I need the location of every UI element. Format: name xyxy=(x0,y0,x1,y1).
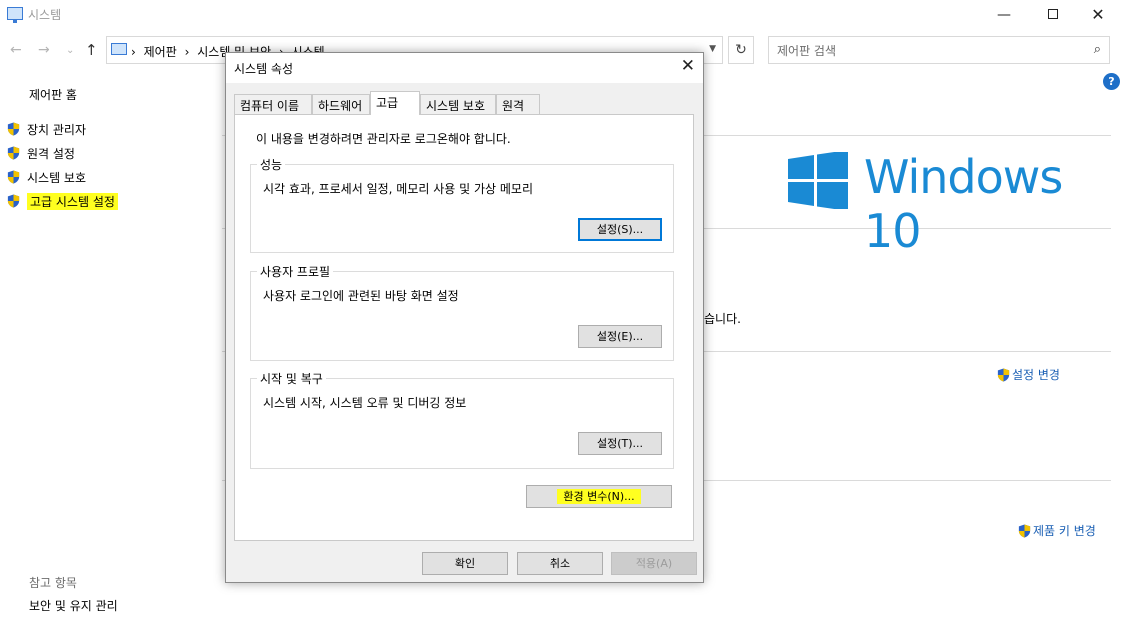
admin-note: 이 내용을 변경하려면 관리자로 로그온해야 합니다. xyxy=(256,132,511,146)
sidebar-item-label: 장치 관리자 xyxy=(27,122,87,137)
shield-icon xyxy=(7,170,20,184)
tab-remote[interactable]: 원격 xyxy=(496,94,540,114)
environment-variables-label: 환경 변수(N)... xyxy=(557,489,641,504)
sidebar-item-label: 고급 시스템 설정 xyxy=(27,192,118,210)
title-bar: 시스템 — ✕ xyxy=(0,0,1121,30)
security-maintenance-link[interactable]: 보안 및 유지 관리 xyxy=(29,597,118,614)
windows-logo-icon xyxy=(788,152,848,209)
shield-icon xyxy=(7,122,20,136)
user-profiles-settings-button[interactable]: 설정(E)... xyxy=(578,325,662,348)
startup-recovery-settings-button[interactable]: 설정(T)... xyxy=(578,432,662,455)
back-button[interactable]: ← xyxy=(10,42,22,58)
performance-group-title: 성능 xyxy=(257,156,286,173)
search-icon[interactable]: ⌕ xyxy=(1094,42,1101,57)
cancel-button[interactable]: 취소 xyxy=(517,552,603,575)
change-settings-link[interactable]: 설정 변경 xyxy=(996,366,1060,383)
close-button[interactable]: ✕ xyxy=(1075,0,1121,30)
control-panel-home-link[interactable]: 제어판 홈 xyxy=(29,86,77,103)
apply-button: 적용(A) xyxy=(611,552,697,575)
performance-description: 시각 효과, 프로세서 일정, 메모리 사용 및 가상 메모리 xyxy=(263,182,533,196)
startup-recovery-group-title: 시작 및 복구 xyxy=(257,370,326,387)
sidebar-item-remote-settings[interactable]: 원격 설정 xyxy=(6,144,75,162)
startup-recovery-description: 시스템 시작, 시스템 오류 및 디버깅 정보 xyxy=(263,396,467,410)
help-icon[interactable]: ? xyxy=(1103,73,1120,90)
search-box[interactable]: ⌕ xyxy=(768,36,1110,64)
maximize-icon xyxy=(1048,9,1058,19)
dialog-tabs: 컴퓨터 이름 하드웨어 고급 시스템 보호 원격 xyxy=(234,91,694,115)
user-profiles-description: 사용자 로그인에 관련된 바탕 화면 설정 xyxy=(263,289,459,303)
sidebar-item-device-manager[interactable]: 장치 관리자 xyxy=(6,120,86,138)
breadcrumb-control-panel[interactable]: 제어판 xyxy=(144,45,177,59)
performance-settings-button[interactable]: 설정(S)... xyxy=(578,218,662,241)
sidebar-item-label: 시스템 보호 xyxy=(27,170,87,185)
tab-system-protection[interactable]: 시스템 보호 xyxy=(420,94,496,114)
breadcrumb-separator: › xyxy=(184,45,190,59)
chevron-down-icon[interactable]: ▼ xyxy=(709,44,716,54)
change-product-key-label: 제품 키 변경 xyxy=(1033,524,1096,538)
recent-locations-button[interactable]: ⌄ xyxy=(66,45,74,56)
change-product-key-link[interactable]: 제품 키 변경 xyxy=(1017,522,1096,539)
shield-icon xyxy=(7,194,20,208)
sidebar-item-label: 원격 설정 xyxy=(27,146,75,161)
forward-button[interactable]: → xyxy=(38,42,50,58)
breadcrumb-separator: › xyxy=(131,45,136,59)
shield-icon xyxy=(1018,523,1031,538)
tab-hardware[interactable]: 하드웨어 xyxy=(312,94,370,114)
dialog-close-button[interactable]: ✕ xyxy=(681,56,695,76)
minimize-button[interactable]: — xyxy=(981,0,1027,30)
computer-icon xyxy=(111,43,127,55)
ok-button[interactable]: 확인 xyxy=(422,552,508,575)
dialog-title-bar: 시스템 속성 ✕ xyxy=(226,53,703,83)
refresh-button[interactable]: ↻ xyxy=(728,36,754,64)
shield-icon xyxy=(7,146,20,160)
system-properties-dialog: 시스템 속성 ✕ 컴퓨터 이름 하드웨어 고급 시스템 보호 원격 이 내용을 … xyxy=(225,52,704,583)
change-settings-label: 설정 변경 xyxy=(1012,368,1060,382)
startup-recovery-settings-label: 설정(T)... xyxy=(596,437,644,450)
shield-icon xyxy=(997,367,1010,382)
startup-recovery-group: 시작 및 복구 시스템 시작, 시스템 오류 및 디버깅 정보 설정(T)... xyxy=(250,370,674,469)
environment-variables-button[interactable]: 환경 변수(N)... xyxy=(526,485,672,508)
sidebar-item-system-protection[interactable]: 시스템 보호 xyxy=(6,168,86,186)
maximize-button[interactable] xyxy=(1030,0,1076,30)
user-profiles-group-title: 사용자 프로필 xyxy=(257,263,334,280)
windows-10-logo-text: Windows 10 xyxy=(864,150,1063,258)
advanced-tab-panel: 이 내용을 변경하려면 관리자로 로그온해야 합니다. 성능 시각 효과, 프로… xyxy=(234,114,694,541)
search-input[interactable] xyxy=(777,42,1077,59)
sidebar-item-advanced-system-settings[interactable]: 고급 시스템 설정 xyxy=(6,192,118,210)
system-icon xyxy=(7,7,23,23)
dialog-title: 시스템 속성 xyxy=(234,62,294,76)
see-also-heading: 참고 항목 xyxy=(29,576,77,590)
performance-group: 성능 시각 효과, 프로세서 일정, 메모리 사용 및 가상 메모리 설정(S)… xyxy=(250,156,674,253)
tab-advanced[interactable]: 고급 xyxy=(370,91,420,115)
user-profiles-group: 사용자 프로필 사용자 로그인에 관련된 바탕 화면 설정 설정(E)... xyxy=(250,263,674,361)
tab-computer-name[interactable]: 컴퓨터 이름 xyxy=(234,94,312,114)
up-button[interactable]: ↑ xyxy=(85,41,98,59)
partial-text: 습니다. xyxy=(704,312,741,326)
window-title: 시스템 xyxy=(28,8,62,22)
